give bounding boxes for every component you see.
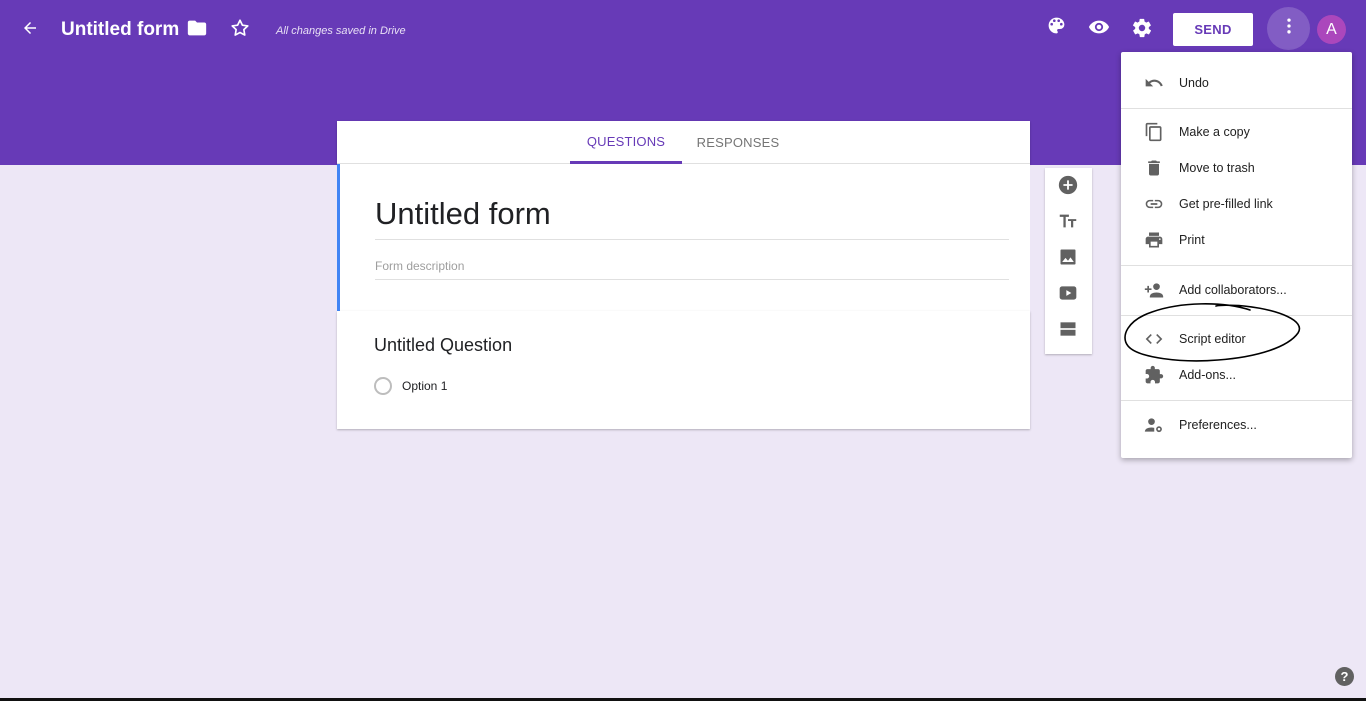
- palette-icon: [1046, 15, 1067, 41]
- customize-theme-button[interactable]: [1036, 8, 1076, 48]
- menu-item-add-ons[interactable]: Add-ons...: [1121, 357, 1352, 393]
- menu-item-make-a-copy[interactable]: Make a copy: [1121, 114, 1352, 150]
- form-title-header[interactable]: Untitled form: [61, 18, 179, 42]
- more-vert-icon: [1279, 16, 1299, 41]
- gear-icon: [1131, 17, 1153, 44]
- menu-item-print[interactable]: Print: [1121, 222, 1352, 258]
- tab-questions[interactable]: QUESTIONS: [570, 121, 682, 164]
- menu-item-label: Print: [1179, 233, 1205, 247]
- save-status: All changes saved in Drive: [276, 25, 406, 37]
- add-question-icon: [1057, 174, 1079, 201]
- trash-icon: [1142, 156, 1166, 180]
- form-title-input[interactable]: Untitled form: [375, 192, 1009, 240]
- print-icon: [1142, 228, 1166, 252]
- section-icon: [1058, 319, 1078, 344]
- add-collaborator-icon: [1142, 278, 1166, 302]
- move-to-folder-button[interactable]: [177, 10, 217, 50]
- copy-icon: [1142, 120, 1166, 144]
- back-arrow-icon: [21, 19, 39, 42]
- add-section-button[interactable]: [1056, 319, 1080, 343]
- tab-responses[interactable]: RESPONSES: [682, 121, 794, 164]
- radio-icon[interactable]: [374, 377, 392, 395]
- add-video-button[interactable]: [1056, 283, 1080, 307]
- menu-item-preferences[interactable]: Preferences...: [1121, 407, 1352, 443]
- option-label[interactable]: Option 1: [402, 379, 447, 393]
- code-icon: [1142, 327, 1166, 351]
- image-icon: [1058, 247, 1078, 272]
- menu-item-label: Move to trash: [1179, 161, 1255, 175]
- eye-icon: [1088, 16, 1110, 43]
- undo-icon: [1142, 71, 1166, 95]
- option-row[interactable]: Option 1: [374, 376, 447, 396]
- help-button[interactable]: ?: [1335, 667, 1354, 686]
- folder-icon: [186, 17, 208, 44]
- menu-item-label: Undo: [1179, 76, 1209, 90]
- menu-item-label: Script editor: [1179, 332, 1246, 346]
- menu-item-label: Preferences...: [1179, 418, 1257, 432]
- settings-button[interactable]: [1122, 10, 1162, 50]
- add-question-button[interactable]: [1056, 175, 1080, 199]
- title-text-icon: [1057, 210, 1079, 237]
- star-button[interactable]: [220, 10, 260, 50]
- menu-item-add-collaborators[interactable]: Add collaborators...: [1121, 272, 1352, 308]
- side-toolbar: [1045, 168, 1092, 354]
- form-description-input[interactable]: Form description: [375, 259, 1009, 280]
- menu-item-label: Make a copy: [1179, 125, 1250, 139]
- send-button[interactable]: SEND: [1173, 13, 1253, 46]
- question-card[interactable]: Untitled Question Option 1: [337, 311, 1030, 429]
- menu-item-label: Add collaborators...: [1179, 283, 1287, 297]
- more-options-menu: Undo Make a copy Move to trash Get pre-f…: [1121, 52, 1352, 458]
- menu-item-undo[interactable]: Undo: [1121, 65, 1352, 101]
- menu-item-move-to-trash[interactable]: Move to trash: [1121, 150, 1352, 186]
- menu-divider: [1121, 108, 1352, 109]
- tabs-bar: QUESTIONS RESPONSES: [337, 121, 1030, 164]
- avatar[interactable]: A: [1317, 15, 1346, 44]
- star-icon: [229, 17, 251, 44]
- menu-item-get-pre-filled-link[interactable]: Get pre-filled link: [1121, 186, 1352, 222]
- menu-item-label: Add-ons...: [1179, 368, 1236, 382]
- menu-divider: [1121, 315, 1352, 316]
- form-header-card: Untitled form Form description: [337, 164, 1030, 311]
- link-icon: [1142, 192, 1166, 216]
- menu-divider: [1121, 400, 1352, 401]
- add-title-button[interactable]: [1056, 211, 1080, 235]
- puzzle-icon: [1142, 363, 1166, 387]
- preview-button[interactable]: [1079, 9, 1119, 49]
- menu-item-label: Get pre-filled link: [1179, 197, 1273, 211]
- back-button[interactable]: [10, 10, 50, 50]
- video-icon: [1058, 283, 1078, 308]
- question-title[interactable]: Untitled Question: [374, 335, 512, 356]
- more-options-button[interactable]: [1267, 7, 1310, 50]
- menu-divider: [1121, 265, 1352, 266]
- top-bar: Untitled form All changes saved in Drive…: [0, 0, 1366, 60]
- preferences-icon: [1142, 413, 1166, 437]
- menu-item-script-editor[interactable]: Script editor: [1121, 321, 1352, 357]
- add-image-button[interactable]: [1056, 247, 1080, 271]
